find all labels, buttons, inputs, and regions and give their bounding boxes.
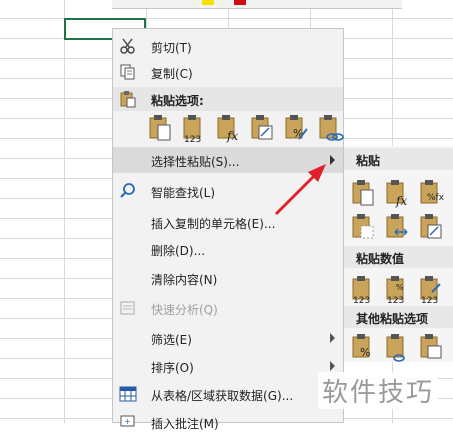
highlight-color-swatch[interactable] [202,0,214,5]
submenu-paste-row-1: fx %fx [350,178,453,208]
submenu-section-label: 粘贴 [356,154,381,168]
mini-toolbar [112,0,402,9]
submenu-other-row: % [350,332,453,362]
paste-no-borders-icon[interactable] [350,212,378,242]
submenu-values-row: 123 123% 123 [350,274,453,304]
paste-all-icon[interactable] [350,178,378,208]
paste-options-row: 123 fx % [147,113,347,145]
submenu-section-label: 粘贴数值 [356,252,405,266]
svg-text:fx: fx [226,129,238,143]
svg-text:123: 123 [421,296,438,304]
menu-item-label: 从表格/区域获取数据(G)... [151,389,294,403]
paste-formatting-icon[interactable]: % [350,332,378,362]
paste-formulas-icon[interactable]: fx [215,113,243,143]
paste-link-icon[interactable] [317,113,345,143]
paste-picture-icon[interactable] [418,332,446,362]
menu-item-delete[interactable]: 删除(D)... [113,236,343,262]
svg-text:%fx: %fx [427,193,445,203]
submenu-paste-row-2 [350,212,453,242]
submenu-section-label: 其他粘贴选项 [356,312,429,326]
scissors-icon [120,38,135,54]
table-icon [119,386,137,402]
menu-item-copy[interactable]: 复制(C) [113,59,343,85]
paste-formulas-number-format-icon[interactable]: %fx [418,178,446,208]
paste-values-number-format-icon[interactable]: 123% [384,274,412,304]
menu-item-label: 智能查找(L) [151,186,216,200]
submenu-arrow-icon [330,333,335,343]
quick-analysis-icon [120,301,135,315]
paste-icon[interactable] [147,113,175,143]
submenu-arrow-icon [330,155,335,165]
submenu-section-other: 其他粘贴选项 [344,306,453,328]
paste-link-icon[interactable] [384,332,412,362]
paste-options-label: 粘贴选项: [151,94,204,108]
svg-text:%: % [396,283,404,292]
paste-formulas-icon[interactable]: fx [384,178,412,208]
menu-item-label: 排序(O) [151,361,194,375]
svg-text:%: % [360,346,370,359]
menu-item-sort[interactable]: 排序(O) [113,353,343,379]
annotation-arrow [274,164,326,216]
menu-item-label: 筛选(E) [151,333,192,347]
svg-text:+: + [124,417,131,426]
paste-values-source-format-icon[interactable]: 123 [418,274,446,304]
submenu-section-paste-values: 粘贴数值 [344,246,453,268]
svg-text:123: 123 [387,296,404,304]
svg-text:123: 123 [184,135,201,143]
menu-item-filter[interactable]: 筛选(E) [113,325,343,351]
menu-item-cut[interactable]: 剪切(T) [113,33,343,59]
svg-text:123: 123 [353,296,370,304]
paste-options-header: 粘贴选项: [113,87,343,111]
menu-item-clear-contents[interactable]: 清除内容(N) [113,265,343,291]
paste-formatting-icon[interactable]: % [283,113,311,143]
menu-item-label: 复制(C) [151,67,193,81]
watermark-text: 软件技巧 [318,372,439,409]
menu-item-get-data-from-table[interactable]: 从表格/区域获取数据(G)... [113,381,343,407]
paste-column-widths-icon[interactable] [384,212,412,242]
transpose-icon[interactable] [249,113,277,143]
menu-item-label: 剪切(T) [151,41,192,55]
paste-values-icon[interactable]: 123 [181,113,209,143]
copy-icon [120,64,135,80]
transpose-icon[interactable] [418,212,446,242]
svg-text:%: % [293,127,303,140]
menu-item-label: 选择性粘贴(S)... [151,155,240,169]
comment-icon: + [120,415,135,427]
submenu-arrow-icon [330,361,335,371]
context-menu: 剪切(T) 复制(C) 粘贴选项: 123 fx % 选择性粘贴(S)... 智… [112,28,347,431]
menu-item-label: 插入批注(M) [151,417,219,431]
menu-item-insert-comment[interactable]: + 插入批注(M) [113,409,343,435]
smart-lookup-icon [120,183,135,198]
menu-item-label: 清除内容(N) [151,273,218,287]
submenu-section-paste: 粘贴 [344,148,453,170]
paste-special-submenu: 粘贴 fx %fx 粘贴数值 123 123% 123 其他粘贴选项 % [343,146,453,362]
paste-values-icon[interactable]: 123 [350,274,378,304]
font-color-swatch[interactable] [234,0,246,5]
svg-text:fx: fx [395,194,407,208]
menu-item-label: 删除(D)... [151,244,206,258]
menu-item-label: 插入复制的单元格(E)... [151,217,276,231]
menu-item-label: 快速分析(Q) [151,303,218,317]
clipboard-icon [120,91,136,108]
menu-item-quick-analysis: 快速分析(Q) [113,295,343,321]
